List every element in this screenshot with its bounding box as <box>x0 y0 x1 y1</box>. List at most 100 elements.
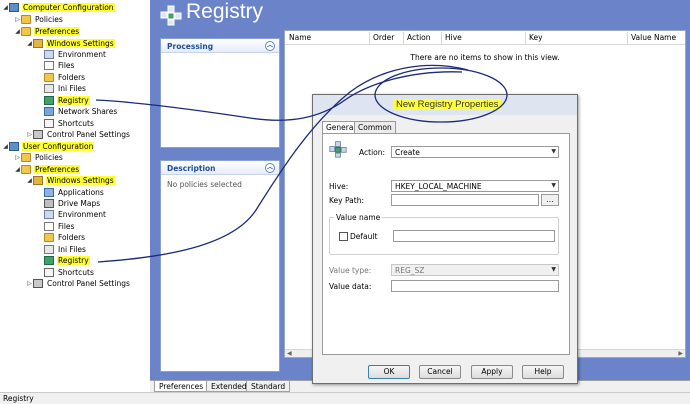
folder-icon <box>21 27 31 36</box>
value-data-input[interactable] <box>391 280 559 292</box>
tree-c-registry[interactable]: Registry <box>44 95 90 106</box>
general-tab-body: Action: Create ▼ Hive: HKEY_LOCAL_MACHIN… <box>322 133 570 355</box>
action-label: Action: <box>359 148 386 157</box>
expand-icon[interactable]: ▷ <box>26 131 33 138</box>
value-type-select[interactable]: REG_SZ ▼ <box>391 264 559 276</box>
column-order[interactable]: Order <box>373 33 394 42</box>
user-icon <box>9 142 19 151</box>
folder-icon <box>21 153 31 162</box>
tree-u-drive-maps[interactable]: Drive Maps <box>44 198 101 209</box>
tree-u-ini-files[interactable]: Ini Files <box>44 244 87 255</box>
column-hive[interactable]: Hive <box>445 33 462 42</box>
processing-header: Processing ︿ <box>161 39 279 53</box>
dropdown-arrow-icon[interactable]: ▼ <box>551 182 556 189</box>
ok-button[interactable]: OK <box>368 365 410 379</box>
collapse-chevron-icon[interactable]: ︿ <box>265 41 275 51</box>
empty-list-message: There are no items to show in this view. <box>410 53 560 62</box>
tree-c-network-shares[interactable]: Network Shares <box>44 106 118 117</box>
dropdown-arrow-icon[interactable]: ▼ <box>551 148 556 155</box>
collapse-icon[interactable]: ◢ <box>2 143 9 150</box>
tree-user-configuration[interactable]: ◢ User Configuration <box>2 141 95 152</box>
browse-button[interactable]: ... <box>541 194 559 206</box>
ini-file-icon <box>44 84 54 93</box>
tree-c-shortcuts[interactable]: Shortcuts <box>44 118 95 129</box>
tab-extended[interactable]: Extended <box>206 381 252 392</box>
expand-icon[interactable]: ▷ <box>14 16 21 23</box>
tree-c-windows-settings[interactable]: ◢ Windows Settings <box>26 38 115 49</box>
key-path-input[interactable] <box>391 194 539 206</box>
files-icon <box>44 61 54 70</box>
files-icon <box>44 222 54 231</box>
tree-u-applications[interactable]: Applications <box>44 187 105 198</box>
tree-c-environment[interactable]: Environment <box>44 49 107 60</box>
drive-map-icon <box>44 199 54 208</box>
key-path-label: Key Path: <box>329 196 364 205</box>
collapse-icon[interactable]: ◢ <box>26 177 33 184</box>
tree-c-files[interactable]: Files <box>44 60 75 71</box>
value-name-group: Value name Default <box>329 213 559 255</box>
folder-icon <box>44 73 54 82</box>
tab-standard[interactable]: Standard <box>246 381 291 392</box>
default-checkbox[interactable] <box>339 232 348 241</box>
dropdown-arrow-icon[interactable]: ▼ <box>551 266 556 273</box>
tree-u-policies[interactable]: ▷ Policies <box>14 152 64 163</box>
tree-u-preferences[interactable]: ◢ Preferences <box>14 164 81 175</box>
cancel-button[interactable]: Cancel <box>419 365 461 379</box>
tree-u-registry[interactable]: Registry <box>44 255 90 266</box>
tree-u-files[interactable]: Files <box>44 221 75 232</box>
value-name-input[interactable] <box>393 230 555 242</box>
control-panel-icon <box>33 130 43 139</box>
apply-button[interactable]: Apply <box>471 365 513 379</box>
value-type-label: Value type: <box>329 266 372 275</box>
collapse-icon[interactable]: ◢ <box>14 28 21 35</box>
page-title: Registry <box>186 0 264 23</box>
tree-u-shortcuts[interactable]: Shortcuts <box>44 267 95 278</box>
tree-u-control-panel[interactable]: ▷ Control Panel Settings <box>26 278 131 289</box>
tab-preferences[interactable]: Preferences <box>154 381 209 392</box>
tree-c-preferences[interactable]: ◢ Preferences <box>14 26 81 37</box>
shortcut-icon <box>44 119 54 128</box>
tab-common[interactable]: Common <box>354 121 396 133</box>
registry-icon <box>160 5 182 26</box>
environment-icon <box>44 210 54 219</box>
collapse-chevron-icon[interactable]: ︿ <box>265 163 275 173</box>
tree-c-folders[interactable]: Folders <box>44 72 86 83</box>
column-name[interactable]: Name <box>289 33 311 42</box>
new-registry-properties-dialog: New Registry Properties General Common A… <box>312 94 578 384</box>
folder-icon <box>33 39 43 48</box>
dialog-title: New Registry Properties <box>393 99 502 110</box>
application-icon <box>44 188 54 197</box>
tree-u-folders[interactable]: Folders <box>44 232 86 243</box>
column-key[interactable]: Key <box>529 33 543 42</box>
tree-c-policies[interactable]: ▷ Policies <box>14 14 64 25</box>
tree-u-windows-settings[interactable]: ◢ Windows Settings <box>26 175 115 186</box>
description-text: No policies selected <box>167 180 242 189</box>
scroll-left-icon[interactable]: ◀ <box>287 350 292 357</box>
control-panel-icon <box>33 279 43 288</box>
folder-icon <box>21 15 31 24</box>
action-select[interactable]: Create ▼ <box>391 146 559 158</box>
processing-panel: Processing ︿ <box>160 38 280 148</box>
tree-c-control-panel[interactable]: ▷ Control Panel Settings <box>26 129 131 140</box>
dialog-titlebar[interactable]: New Registry Properties <box>313 95 577 115</box>
scroll-right-icon[interactable]: ▶ <box>678 350 683 357</box>
collapse-icon[interactable]: ◢ <box>14 166 21 173</box>
computer-icon <box>9 3 19 12</box>
description-panel: Description ︿ No policies selected <box>160 160 280 372</box>
description-header: Description ︿ <box>161 161 279 175</box>
tree-u-environment[interactable]: Environment <box>44 209 107 220</box>
column-value-name[interactable]: Value Name <box>631 33 676 42</box>
expand-icon[interactable]: ▷ <box>26 280 33 287</box>
tree-c-ini-files[interactable]: Ini Files <box>44 83 87 94</box>
registry-icon <box>329 141 347 158</box>
value-data-label: Value data: <box>329 282 372 291</box>
list-header: Name Order Action Hive Key Value Name <box>285 31 685 45</box>
help-button[interactable]: Help <box>522 365 564 379</box>
hive-select[interactable]: HKEY_LOCAL_MACHINE ▼ <box>391 180 559 192</box>
collapse-icon[interactable]: ◢ <box>2 4 9 11</box>
expand-icon[interactable]: ▷ <box>14 154 21 161</box>
folder-icon <box>33 176 43 185</box>
tree-computer-configuration[interactable]: ◢ Computer Configuration <box>2 2 115 13</box>
column-action[interactable]: Action <box>407 33 431 42</box>
collapse-icon[interactable]: ◢ <box>26 40 33 47</box>
